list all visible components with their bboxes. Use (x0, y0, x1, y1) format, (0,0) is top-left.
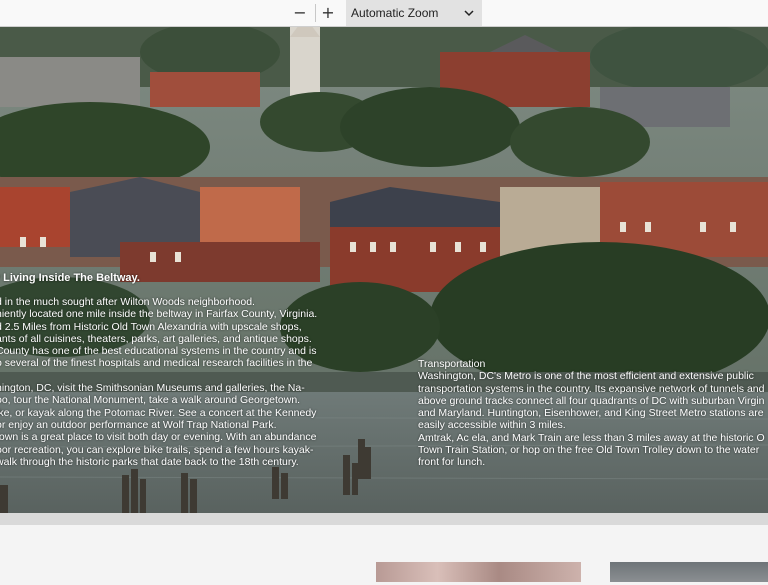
text-line: front for lunch. (418, 456, 486, 469)
text-line: Washington, DC's Metro is one of the mos… (418, 370, 754, 383)
zoom-in-button[interactable]: + (317, 2, 339, 24)
document-viewer[interactable]: y Living Inside The Beltway. d in the mu… (0, 27, 768, 585)
text-line: d in the much sought after Wilton Woods … (0, 296, 255, 308)
toolbar-separator (315, 4, 316, 22)
text-line: o several of the finest hospitals and me… (0, 357, 313, 370)
text-line: transportation systems in the country. I… (418, 382, 765, 395)
transportation-text: Transportation Washington, DC's Metro is… (418, 358, 765, 469)
zoom-select[interactable]: Automatic Zoom (346, 0, 482, 26)
pdf-toolbar: − + Automatic Zoom (0, 0, 768, 27)
text-line: County has one of the best educational s… (0, 345, 317, 358)
text-line: ants of all cuisines, theaters, parks, a… (0, 332, 312, 345)
text-line: oo, tour the National Monument, take a w… (0, 394, 301, 407)
text-line (0, 370, 317, 382)
document-page: y Living Inside The Beltway. d in the mu… (0, 27, 768, 513)
page-separator (0, 513, 768, 525)
document-page-2 (0, 525, 768, 585)
text-line: niently located one mile inside the belt… (0, 308, 318, 321)
text-line: oor recreation, you can explore bike tra… (0, 443, 314, 456)
zoom-out-button[interactable]: − (289, 2, 311, 24)
text-line: ike, or kayak along the Potomac River. S… (0, 406, 317, 419)
page-photo (376, 562, 581, 582)
text-line: walk through the historic parks that dat… (0, 455, 299, 468)
text-line: and Maryland. Huntington, Eisenhower, an… (418, 407, 764, 420)
text-line: or enjoy an outdoor performance at Wolf … (0, 418, 277, 431)
text-line: easily accessible within 3 miles. (418, 419, 566, 432)
text-line: Amtrak, Ac ela, and Mark Train are less … (418, 431, 765, 444)
text-line: above ground tracks connect all four qua… (418, 394, 765, 407)
page-photo (610, 562, 768, 582)
lifestyle-text: d in the much sought after Wilton Woods … (0, 296, 317, 468)
zoom-select-value: Automatic Zoom (351, 6, 439, 20)
lifestyle-heading: y Living Inside The Beltway. (0, 272, 140, 284)
text-line: Town Train Station, or hop on the free O… (418, 444, 760, 457)
text-line: town is a great place to visit both day … (0, 431, 317, 444)
transportation-heading: Transportation (418, 358, 486, 370)
text-line: hington, DC, visit the Smithsonian Museu… (0, 382, 305, 395)
text-line: d 2.5 Miles from Historic Old Town Alexa… (0, 320, 302, 333)
